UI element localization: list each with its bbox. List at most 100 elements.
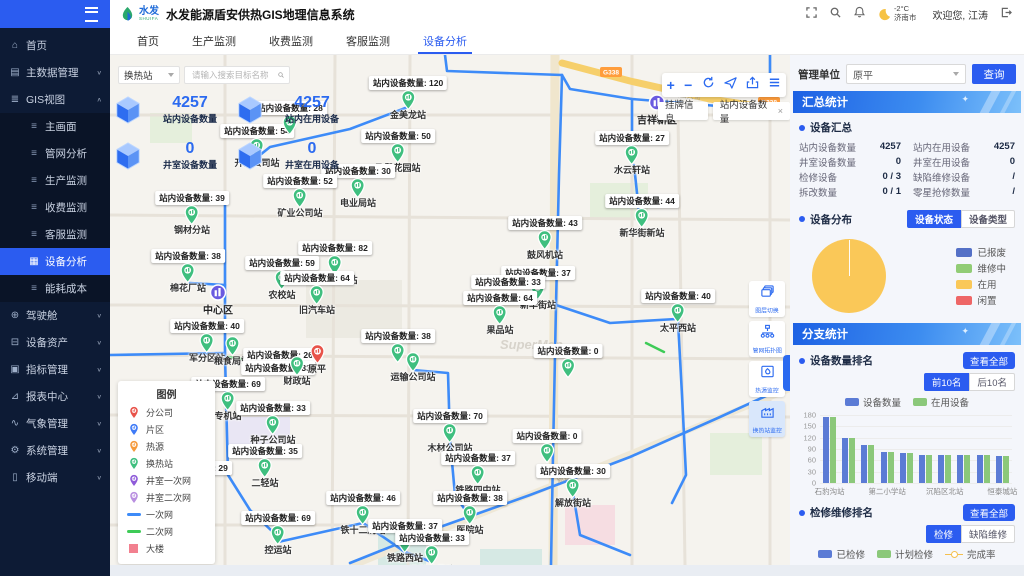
sidebar-item-驾驶舱[interactable]: ⊕驾驶舱∨: [0, 302, 110, 329]
view-all-button[interactable]: 查看全部: [963, 352, 1015, 369]
search-input[interactable]: [190, 69, 278, 81]
sidebar-item-移动端[interactable]: ▯移动端∨: [0, 464, 110, 491]
map-marker-鼓风机站[interactable]: 站内设备数量: 43鼓风机站: [508, 216, 582, 261]
map-marker-运输公司站[interactable]: 运输公司站: [390, 352, 435, 383]
sidebar-item-设备分析[interactable]: ▦设备分析: [0, 248, 110, 275]
welcome-text: 欢迎您, 江涛: [932, 7, 988, 22]
marker-name: 运输公司站: [390, 370, 435, 383]
marker-count-label: 站内设备数量: 33: [395, 531, 469, 545]
query-button[interactable]: 查询: [972, 64, 1016, 84]
search-icon[interactable]: [830, 5, 841, 23]
map-marker-钢材分站[interactable]: 站内设备数量: 39钢材分站: [155, 191, 229, 236]
map-marker-解放街站[interactable]: 站内设备数量: 30解放街站: [536, 464, 610, 509]
sidebar-item-管网分析[interactable]: ≡管网分析: [0, 140, 110, 167]
map-marker[interactable]: 站内设备数量: 0: [534, 344, 603, 378]
map-tool-换热站监控[interactable]: 换热站监控: [749, 401, 785, 437]
sidebar-item-GIS视图[interactable]: ≣GIS视图∧: [0, 86, 110, 113]
map-canvas[interactable]: G338 G338 平安西大街 新建东街 SuperMap 换热站 4257站内…: [110, 55, 790, 565]
toggle-缺陷维修[interactable]: 缺陷维修: [961, 525, 1015, 543]
sidebar-collapse-button[interactable]: [0, 0, 110, 28]
map-marker-太平西站[interactable]: 站内设备数量: 40太平西站: [641, 289, 715, 334]
tab-首页[interactable]: 首页: [137, 28, 159, 54]
toggle-后10名[interactable]: 后10名: [969, 373, 1015, 391]
map-marker[interactable]: 站内设备数量: 33: [471, 275, 545, 289]
map-tool-图层切换[interactable]: 图层切换: [749, 281, 785, 317]
marker-name: 太平西站: [660, 321, 696, 334]
map-tool-热源监控[interactable]: 热源监控: [749, 361, 785, 397]
map-marker-医院站[interactable]: 站内设备数量: 38医院站: [433, 491, 507, 536]
pin-icon: [671, 303, 686, 323]
map-marker-铁路高层站[interactable]: 站内设备数量: 33铁路高层站: [395, 531, 469, 565]
sidebar-item-报表中心[interactable]: ⊿报表中心∨: [0, 383, 110, 410]
sidebar-item-label: 设备分析: [45, 254, 87, 269]
district-marker-中心区[interactable]: 中心区: [203, 284, 233, 317]
map-marker-旧汽车站[interactable]: 站内设备数量: 64旧汽车站: [280, 271, 354, 316]
unit-select[interactable]: 原平: [846, 64, 966, 84]
map-marker-财政站[interactable]: 财政站: [283, 356, 310, 387]
fullscreen-icon[interactable]: [806, 5, 817, 23]
sidebar-item-首页[interactable]: ⌂首页: [0, 32, 110, 59]
pin-icon: [560, 358, 575, 378]
sidebar-item-label: 主画面: [45, 119, 77, 134]
legend-label: 分公司: [146, 406, 173, 419]
marker-name: 解放街站: [555, 496, 591, 509]
export-button[interactable]: [746, 76, 759, 94]
panel-collapse-handle[interactable]: [783, 355, 790, 391]
map-marker-原平[interactable]: 原平: [308, 344, 326, 375]
map-marker-水云轩站[interactable]: 站内设备数量: 27水云轩站: [595, 131, 669, 176]
toggle-设备类型[interactable]: 设备类型: [961, 210, 1015, 228]
summary-row: 拆改数量0 / 1零星抢修数量/: [799, 184, 1015, 199]
tab-设备分析[interactable]: 设备分析: [423, 28, 467, 54]
map-marker-金美龙站[interactable]: 站内设备数量: 120金美龙站: [369, 76, 447, 121]
zoom-out-button[interactable]: −: [684, 78, 692, 92]
zoom-in-button[interactable]: +: [667, 78, 675, 92]
marker-count-label: 站内设备数量: 59: [245, 256, 319, 270]
sidebar-item-气象管理[interactable]: ∿气象管理∨: [0, 410, 110, 437]
bell-icon[interactable]: [854, 5, 865, 23]
toggle-检修[interactable]: 检修: [926, 525, 961, 543]
logout-icon[interactable]: [1001, 5, 1012, 23]
tab-客服监测[interactable]: 客服监测: [346, 28, 390, 54]
map-marker-果品站[interactable]: 站内设备数量: 64果品站: [463, 291, 537, 336]
tab-生产监测[interactable]: 生产监测: [192, 28, 236, 54]
sidebar-item-生产监测[interactable]: ≡生产监测: [0, 167, 110, 194]
map-marker-木材公司站[interactable]: 站内设备数量: 70木材公司站: [413, 409, 487, 454]
marker-count-label: 站内设备数量: 33: [471, 275, 545, 289]
toggle-设备状态[interactable]: 设备状态: [907, 210, 961, 228]
sidebar-item-主数据管理[interactable]: ▤主数据管理∨: [0, 59, 110, 86]
tag-chip[interactable]: 站内设备数量 ×: [713, 102, 790, 120]
map-tool-管网拓扑图[interactable]: 管网拓扑图: [749, 321, 785, 357]
sidebar-item-客服监测[interactable]: ≡客服监测: [0, 221, 110, 248]
view-all-button[interactable]: 查看全部: [963, 504, 1015, 521]
map-marker-控运站[interactable]: 站内设备数量: 69控运站: [241, 511, 315, 556]
layer-list-button[interactable]: [768, 76, 781, 94]
map-marker-新华街新站[interactable]: 站内设备数量: 44新华街新站: [605, 194, 679, 239]
map-marker-二轻站[interactable]: 站内设备数量: 35二轻站: [228, 444, 302, 489]
sidebar-item-能耗成本[interactable]: ≡能耗成本: [0, 275, 110, 302]
pie-chart[interactable]: [812, 239, 886, 313]
navigate-button[interactable]: [724, 76, 737, 94]
map-marker-矿业公司站[interactable]: 站内设备数量: 52矿业公司站: [263, 174, 337, 219]
sidebar-item-主画面[interactable]: ≡主画面: [0, 113, 110, 140]
close-icon[interactable]: ×: [778, 106, 783, 116]
tab-收费监测[interactable]: 收费监测: [269, 28, 313, 54]
station-type-select[interactable]: 换热站: [118, 66, 180, 84]
device-count-bar-chart[interactable]: 1801501209060300石豹沟站第二小学站沉陷区北站恒泰城站: [798, 411, 1016, 497]
sidebar-item-设备资产[interactable]: ⊟设备资产∨: [0, 329, 110, 356]
moon-icon: [878, 8, 891, 21]
tool-label: 热源监控: [755, 386, 778, 395]
map-search-box[interactable]: [184, 66, 290, 84]
sidebar-item-收费监测[interactable]: ≡收费监测: [0, 194, 110, 221]
list-icon: ≡: [27, 283, 41, 294]
reset-view-button[interactable]: [702, 76, 715, 94]
map-marker[interactable]: 站内设备数量: 0: [513, 429, 582, 463]
chevron-down-icon: ∨: [97, 447, 103, 454]
sidebar-item-指标管理[interactable]: ▣指标管理∨: [0, 356, 110, 383]
map-marker-种子公司站[interactable]: 站内设备数量: 33种子公司站: [236, 401, 310, 446]
pie-legend-item-闲置: 闲置: [956, 292, 1006, 308]
toggle-前10名[interactable]: 前10名: [924, 373, 970, 391]
pin-icon: [129, 491, 139, 504]
map-marker-铁路四中站[interactable]: 站内设备数量: 37铁路四中站: [441, 451, 515, 496]
search-icon[interactable]: [278, 70, 284, 80]
sidebar-item-系统管理[interactable]: ⚙系统管理∨: [0, 437, 110, 464]
